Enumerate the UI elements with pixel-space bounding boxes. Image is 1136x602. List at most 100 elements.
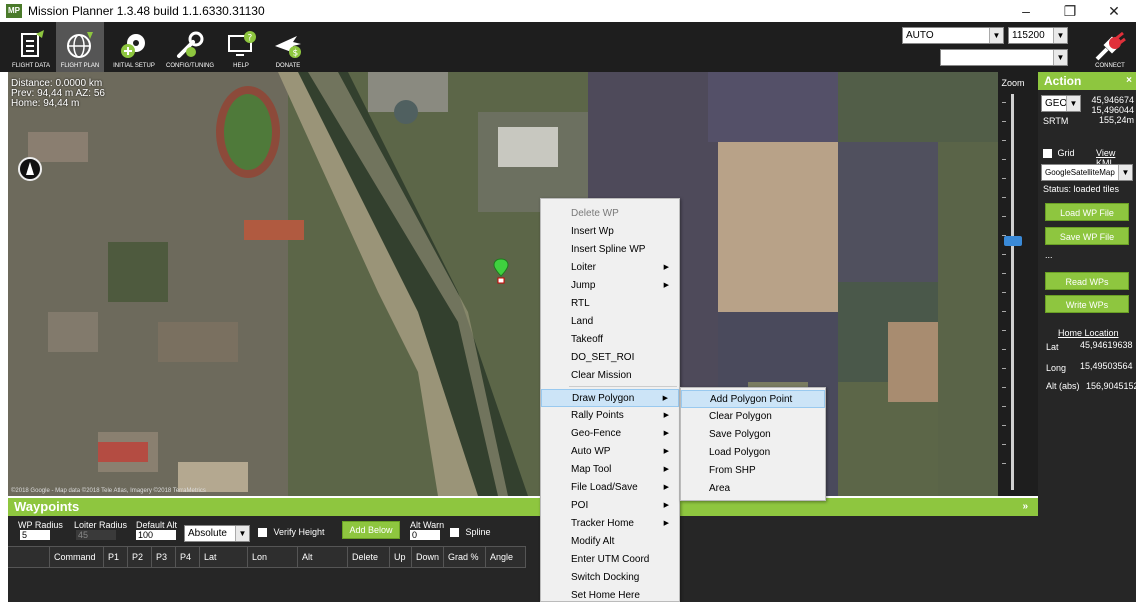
read-wps-button[interactable]: Read WPs xyxy=(1045,272,1129,290)
loiter-radius-input[interactable]: 45 xyxy=(76,530,116,540)
submenu-item-load-polygon[interactable]: Load Polygon xyxy=(681,444,825,462)
menu-item-draw-polygon[interactable]: Draw Polygon ▶ xyxy=(541,389,679,407)
collapse-icon[interactable]: » xyxy=(1022,498,1028,516)
submenu-item-area[interactable]: Area xyxy=(681,480,825,498)
menu-item-clear-mission[interactable]: Clear Mission xyxy=(541,367,679,385)
submenu-item-from-shp[interactable]: From SHP xyxy=(681,462,825,480)
default-alt-input[interactable]: 100 xyxy=(136,530,176,540)
loiter-radius-label: Loiter Radius xyxy=(74,520,128,530)
write-wps-button[interactable]: Write WPs xyxy=(1045,295,1129,313)
zoom-slider-track[interactable] xyxy=(1011,94,1014,490)
waypoints-title: Waypoints xyxy=(14,499,80,514)
submenu-item-clear-polygon[interactable]: Clear Polygon xyxy=(681,408,825,426)
grid-toggle[interactable]: Grid xyxy=(1043,148,1075,159)
col-index xyxy=(8,547,50,567)
alt-warn-input[interactable]: 0 xyxy=(410,530,440,540)
zoom-tick xyxy=(1002,121,1006,122)
grid-checkbox[interactable] xyxy=(1043,149,1052,159)
menu-item-file-load-save[interactable]: File Load/Save ▶ xyxy=(541,479,679,497)
flight-data-button[interactable]: FLIGHT DATA xyxy=(6,22,56,72)
chevron-down-icon: ▼ xyxy=(235,526,249,541)
initial-setup-button[interactable]: INITIAL SETUP xyxy=(106,22,162,72)
menu-item-rtl[interactable]: RTL xyxy=(541,295,679,313)
help-button[interactable]: ? HELP xyxy=(218,22,264,72)
col-p2: P2 xyxy=(128,547,152,567)
menu-item-label: RTL xyxy=(571,298,590,309)
zoom-tick xyxy=(1002,444,1006,445)
flight-mode-select[interactable]: AUTO ▼ xyxy=(902,27,1004,44)
menu-item-insert-wp[interactable]: Insert Wp xyxy=(541,223,679,241)
donate-button[interactable]: $ DONATE xyxy=(264,22,312,72)
home-location-link[interactable]: Home Location xyxy=(1058,328,1119,338)
default-alt-label: Default Alt xyxy=(136,520,178,530)
maximize-button[interactable]: ❐ xyxy=(1048,0,1092,22)
load-wp-file-button[interactable]: Load WP File xyxy=(1045,203,1129,221)
connect-button[interactable]: CONNECT xyxy=(1088,22,1132,72)
menu-item-set-home-here[interactable]: Set Home Here xyxy=(541,587,679,602)
waypoints-header[interactable]: Waypoints » xyxy=(8,498,1038,516)
home-marker-icon[interactable] xyxy=(493,258,509,287)
compass-icon xyxy=(18,157,42,181)
menu-item-switch-docking[interactable]: Switch Docking xyxy=(541,569,679,587)
add-below-button[interactable]: Add Below xyxy=(342,521,400,539)
submenu-item-add-polygon-point[interactable]: Add Polygon Point xyxy=(681,390,825,408)
map-view[interactable]: Distance: 0.0000 km Prev: 94,44 m AZ: 56… xyxy=(8,72,998,496)
menu-item-enter-utm-coord[interactable]: Enter UTM Coord xyxy=(541,551,679,569)
menu-item-label: Loiter xyxy=(571,262,597,273)
close-button[interactable]: ✕ xyxy=(1092,0,1136,22)
wp-radius-input[interactable]: 5 xyxy=(20,530,50,540)
menu-item-label: Geo-Fence xyxy=(571,428,622,439)
config-tuning-button[interactable]: CONFIG/TUNING xyxy=(164,22,216,72)
menu-item-modify-alt[interactable]: Modify Alt xyxy=(541,533,679,551)
menu-item-land[interactable]: Land xyxy=(541,313,679,331)
spline-label: Spline xyxy=(465,527,491,537)
menu-item-delete-wp[interactable]: Delete WP xyxy=(541,205,679,223)
menu-item-auto-wp[interactable]: Auto WP ▶ xyxy=(541,443,679,461)
menu-item-rally-points[interactable]: Rally Points ▶ xyxy=(541,407,679,425)
menu-item-label: Map Tool xyxy=(571,464,612,475)
col-command: Command xyxy=(50,547,104,567)
lat-value: 45,94619638 xyxy=(1080,340,1133,350)
donate-icon: $ xyxy=(275,36,301,59)
map-type-value: GoogleSatelliteMap xyxy=(1045,168,1115,177)
zoom-tick xyxy=(1002,102,1006,103)
close-icon[interactable]: × xyxy=(1126,72,1132,90)
chevron-right-icon: ▶ xyxy=(663,448,669,455)
coord-system-select[interactable]: GEO ▼ xyxy=(1041,95,1081,112)
alt-value: 156,9045152 xyxy=(1086,381,1136,391)
alt-mode-select[interactable]: Absolute ▼ xyxy=(184,525,250,542)
wp-radius-label: WP Radius xyxy=(18,520,63,530)
menu-item-tracker-home[interactable]: Tracker Home ▶ xyxy=(541,515,679,533)
menu-item-insert-spline-wp[interactable]: Insert Spline WP xyxy=(541,241,679,259)
zoom-tick xyxy=(1002,254,1006,255)
menu-item-do-set-roi[interactable]: DO_SET_ROI xyxy=(541,349,679,367)
menu-item-label: Insert Wp xyxy=(571,226,614,237)
zoom-slider-thumb[interactable] xyxy=(1004,236,1022,246)
menu-item-poi[interactable]: POI ▶ xyxy=(541,497,679,515)
flight-mode-value: AUTO xyxy=(906,30,934,41)
minimize-button[interactable]: – xyxy=(1004,0,1048,22)
menu-item-takeoff[interactable]: Takeoff xyxy=(541,331,679,349)
waypoints-panel: WP Radius 5 Loiter Radius 45 Default Alt… xyxy=(8,516,1038,602)
submenu-item-save-polygon[interactable]: Save Polygon xyxy=(681,426,825,444)
spline-toggle[interactable]: Spline xyxy=(450,527,491,538)
window-title: Mission Planner 1.3.48 build 1.1.6330.31… xyxy=(28,4,265,18)
com-port-select[interactable]: ▼ xyxy=(940,49,1068,66)
spline-checkbox[interactable] xyxy=(450,528,459,538)
menu-item-label: Delete WP xyxy=(571,208,619,219)
menu-item-geo-fence[interactable]: Geo-Fence ▶ xyxy=(541,425,679,443)
coord-lat-value: 45,946674 xyxy=(1091,95,1134,105)
lat-label: Lat xyxy=(1046,342,1059,352)
flight-plan-button[interactable]: FLIGHT PLAN xyxy=(56,22,104,72)
menu-item-map-tool[interactable]: Map Tool ▶ xyxy=(541,461,679,479)
zoom-tick xyxy=(1002,216,1006,217)
verify-height-toggle[interactable]: Verify Height xyxy=(258,527,325,538)
verify-height-checkbox[interactable] xyxy=(258,528,267,538)
map-type-select[interactable]: GoogleSatelliteMap ▼ xyxy=(1041,164,1133,181)
map-info: Distance: 0.0000 km Prev: 94,44 m AZ: 56… xyxy=(11,79,105,109)
baud-rate-select[interactable]: 115200 ▼ xyxy=(1008,27,1068,44)
save-wp-file-button[interactable]: Save WP File xyxy=(1045,227,1129,245)
menu-item-jump[interactable]: Jump ▶ xyxy=(541,277,679,295)
long-value: 15,49503564 xyxy=(1080,361,1133,371)
menu-item-loiter[interactable]: Loiter ▶ xyxy=(541,259,679,277)
